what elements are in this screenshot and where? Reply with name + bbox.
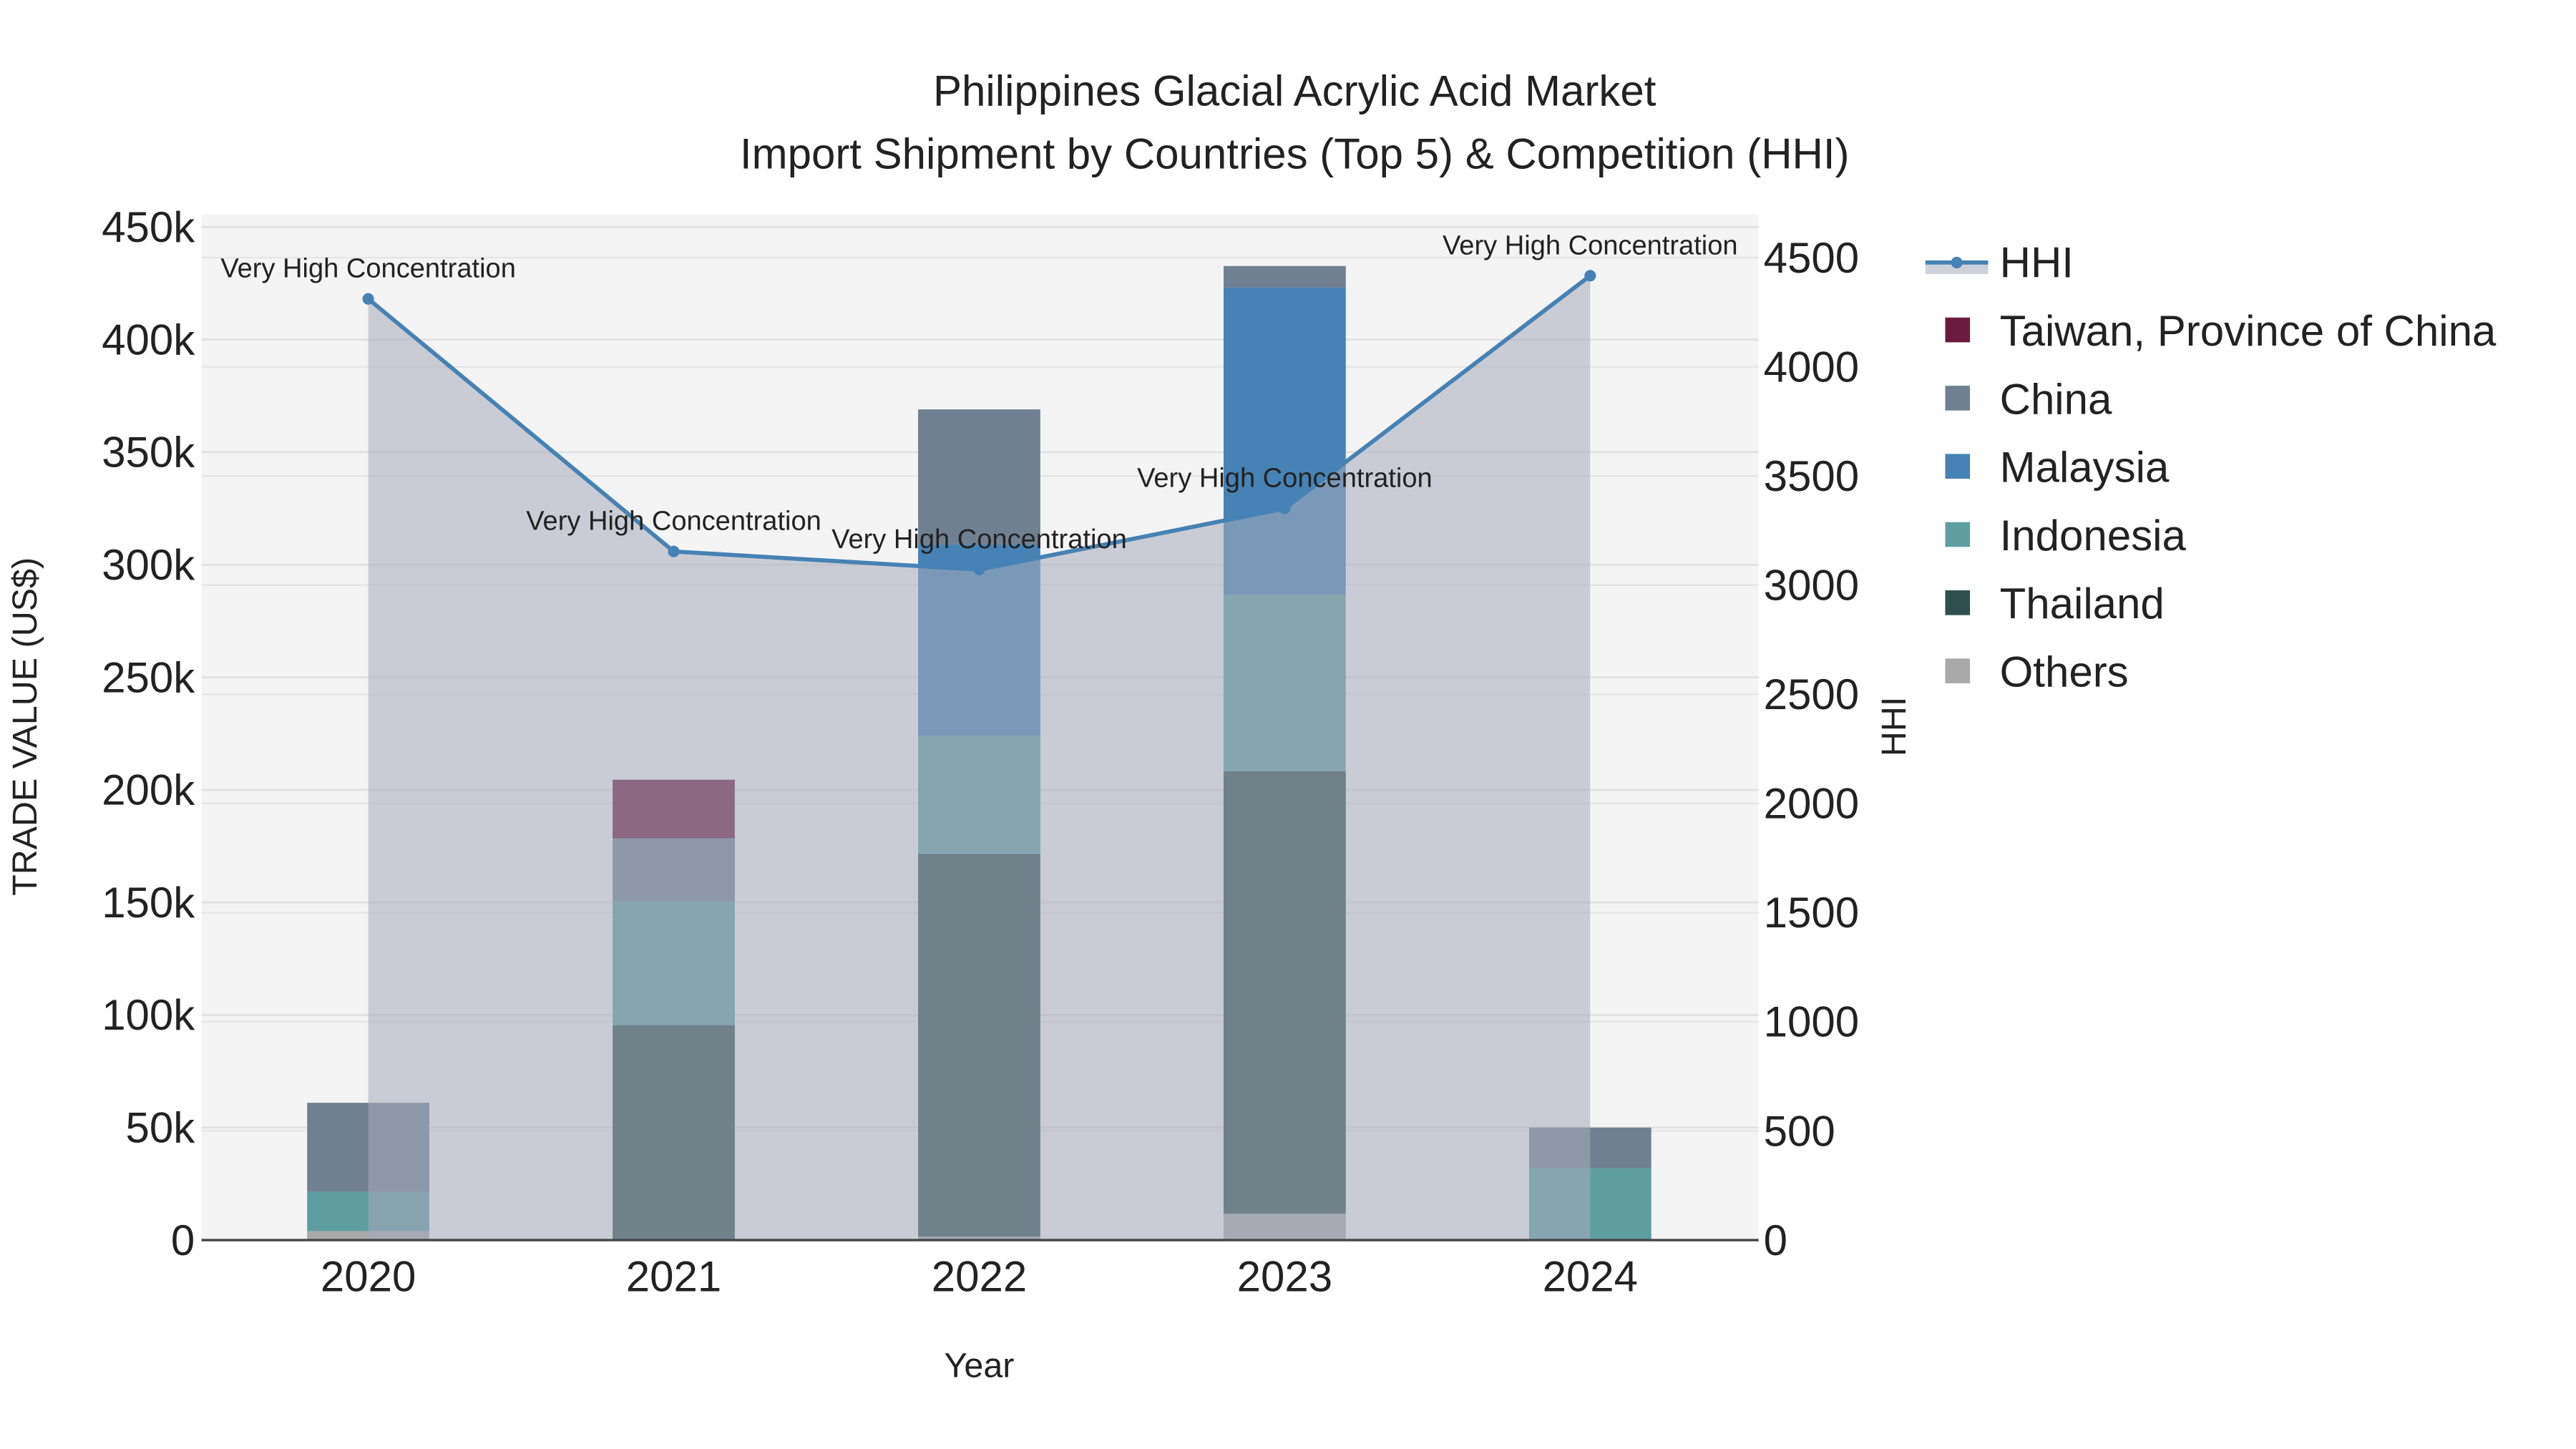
bar-china-2023 <box>1224 265 1346 288</box>
x-tick-label: 2022 <box>932 1253 1027 1301</box>
legend-swatch-indonesia <box>1945 522 1971 547</box>
legend-swatch-taiwan-province-of-china <box>1945 317 1971 343</box>
hhi-annotation-2024: Very High Concentration <box>1443 230 1738 260</box>
x-tick-label: 2023 <box>1237 1253 1332 1301</box>
y-tick-label: 400k <box>102 316 195 364</box>
chart-title: Philippines Glacial Acrylic Acid Market <box>933 67 1657 115</box>
legend-swatch-thailand <box>1945 590 1971 615</box>
hhi-point-2023 <box>1279 502 1291 514</box>
y-tick-label: 150k <box>102 879 195 927</box>
legend-label: Indonesia <box>2000 512 2187 560</box>
y2-tick-label: 3000 <box>1764 561 1859 609</box>
legend-label: China <box>2000 375 2112 423</box>
y2-tick-label: 0 <box>1764 1216 1787 1264</box>
y2-tick-label: 3500 <box>1764 452 1859 500</box>
hhi-annotation-2023: Very High Concentration <box>1137 464 1433 494</box>
legend-label: Taiwan, Province of China <box>2000 307 2497 355</box>
y-tick-label: 50k <box>126 1104 196 1152</box>
chart-subtitle: Import Shipment by Countries (Top 5) & C… <box>740 130 1850 177</box>
y-tick-label: 200k <box>102 766 195 814</box>
legend-swatch-china <box>1945 386 1971 411</box>
y2-tick-label: 2500 <box>1764 670 1859 718</box>
hhi-point-2020 <box>362 293 374 305</box>
legend: HHI Taiwan, Province of China China Malaysi… <box>1925 239 2497 696</box>
hhi-annotation-2022: Very High Concentration <box>831 525 1127 555</box>
y2-tick-label: 2000 <box>1764 780 1859 828</box>
y-tick-label: 350k <box>102 429 195 477</box>
legend-label: HHI <box>2000 239 2074 287</box>
y-axis-ticks: 0 50k 100k 150k 200k 250k 300k 350k 400k 450k <box>102 203 195 1264</box>
legend-hhi-swatch-marker <box>1951 256 1963 268</box>
legend-label: Thailand <box>2000 580 2165 628</box>
y2-axis-ticks: 0 500 1000 1500 2000 2500 3000 3500 4000 4500 <box>1764 234 1859 1264</box>
hhi-annotation-2021: Very High Concentration <box>526 507 821 537</box>
hhi-point-2021 <box>668 545 680 557</box>
x-tick-label: 2020 <box>321 1253 416 1301</box>
y2-tick-label: 4500 <box>1764 234 1859 282</box>
legend-label: Others <box>2000 648 2129 696</box>
legend-swatch-others <box>1945 658 1971 683</box>
y2-axis-label: HHI <box>1875 697 1913 756</box>
y2-tick-label: 1500 <box>1764 889 1859 937</box>
y2-tick-label: 4000 <box>1764 343 1859 391</box>
legend-swatch-malaysia <box>1945 454 1971 479</box>
y-axis-label: TRADE VALUE (US$) <box>6 557 44 896</box>
y-tick-label: 250k <box>102 653 195 701</box>
y2-tick-label: 1000 <box>1764 998 1859 1046</box>
y-tick-label: 100k <box>102 991 195 1039</box>
y2-tick-label: 500 <box>1764 1107 1835 1155</box>
x-axis-label: Year <box>945 1347 1015 1385</box>
x-axis-ticks: 2020 2021 2022 2023 2024 <box>321 1253 1638 1301</box>
hhi-point-2022 <box>973 563 985 576</box>
y-tick-label: 300k <box>102 541 195 589</box>
hhi-point-2024 <box>1584 270 1596 282</box>
chart: Philippines Glacial Acrylic Acid Market … <box>6 67 2497 1385</box>
y-tick-label: 0 <box>171 1216 195 1264</box>
hhi-annotation-2020: Very High Concentration <box>220 254 516 284</box>
legend-label: Malaysia <box>2000 444 2170 492</box>
x-tick-label: 2021 <box>626 1253 721 1301</box>
y-tick-label: 450k <box>102 203 195 251</box>
x-tick-label: 2024 <box>1543 1253 1638 1301</box>
